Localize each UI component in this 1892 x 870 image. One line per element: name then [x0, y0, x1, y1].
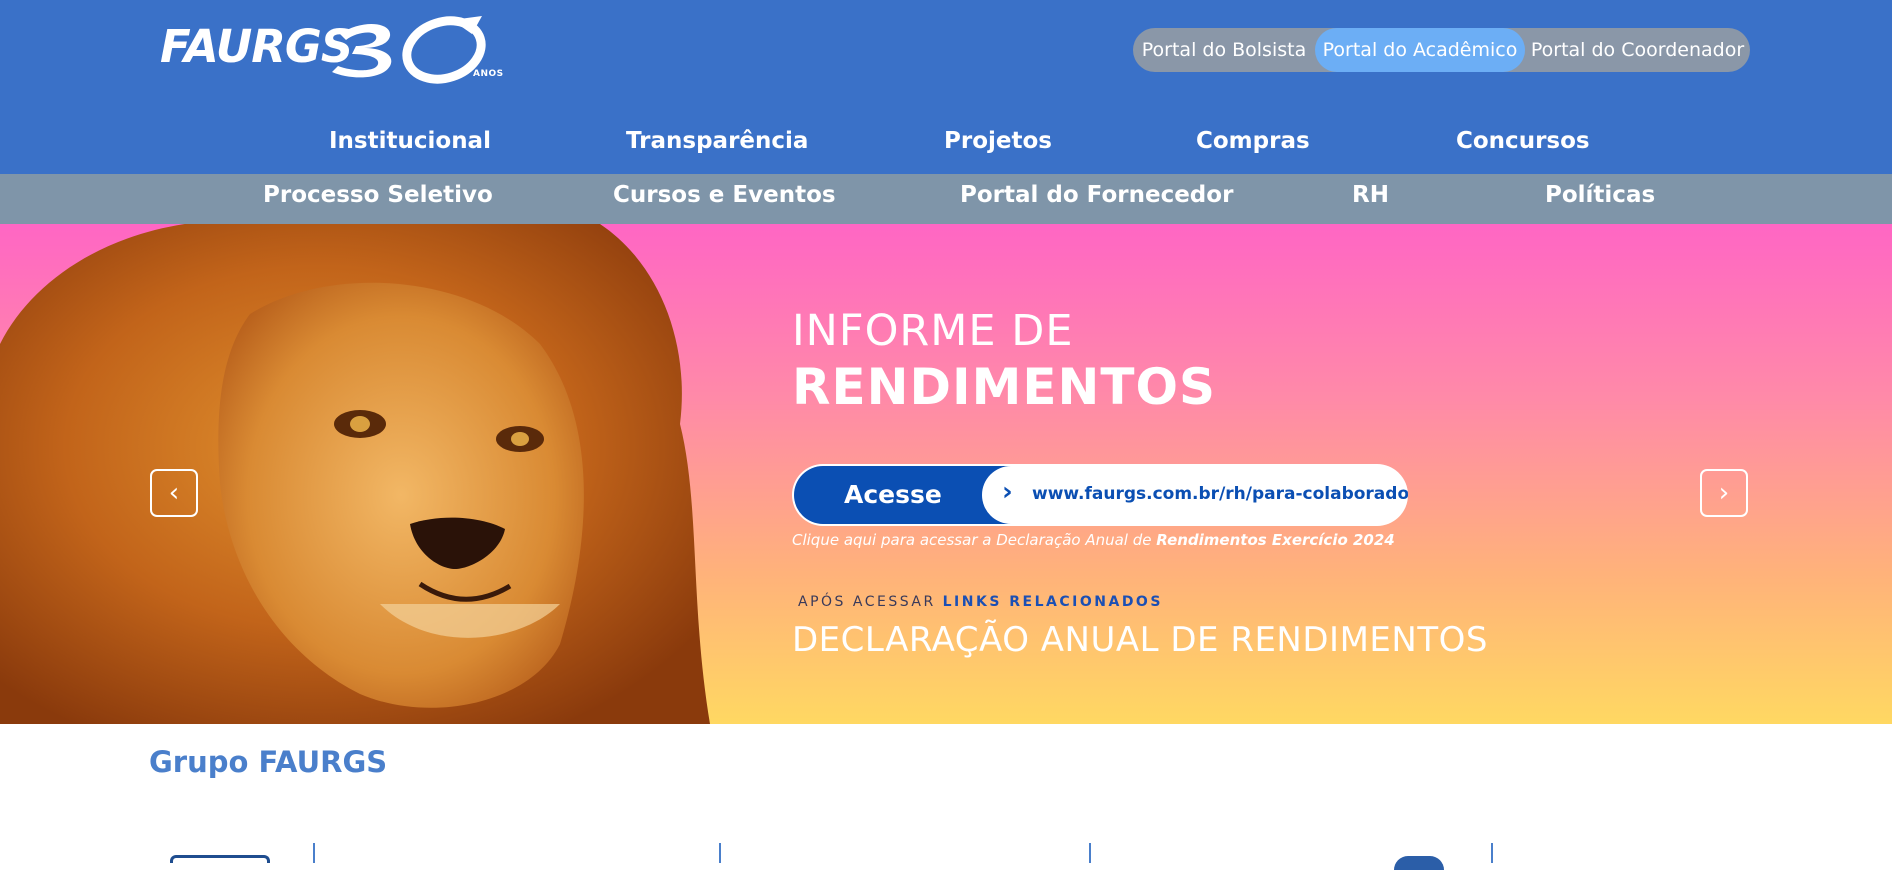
nav-compras[interactable]: Compras	[1196, 128, 1310, 154]
chevron-right-icon: ›	[1002, 477, 1013, 507]
column-divider	[313, 843, 315, 863]
banner-title-line2: RENDIMENTOS	[792, 358, 1216, 416]
banner-small-caption: APÓS ACESSAR LINKS RELACIONADOS	[798, 594, 1163, 610]
primary-nav: Institucional Transparência Projetos Com…	[0, 128, 1892, 160]
portal-academico-button[interactable]: Portal do Acadêmico	[1315, 28, 1525, 72]
nav-institucional[interactable]: Institucional	[329, 128, 491, 154]
hero-banner[interactable]: ‹ › INFORME DE RENDIMENTOS Acesse › www.…	[0, 224, 1892, 724]
nav-concursos[interactable]: Concursos	[1456, 128, 1590, 154]
banner-declaracao-title: DECLARAÇÃO ANUAL DE RENDIMENTOS	[792, 620, 1488, 660]
banner-small-prefix: APÓS ACESSAR	[798, 594, 943, 610]
card-globe-icon	[1394, 856, 1444, 870]
card-document-icon	[170, 855, 270, 863]
nav-processo-seletivo[interactable]: Processo Seletivo	[263, 182, 493, 208]
portal-coordenador-button[interactable]: Portal do Coordenador	[1525, 28, 1750, 72]
secondary-nav: Processo Seletivo Cursos e Eventos Porta…	[0, 174, 1892, 224]
access-url: www.faurgs.com.br/rh/para-colaboradores/	[1032, 484, 1408, 504]
portal-bolsista-button[interactable]: Portal do Bolsista	[1133, 28, 1315, 72]
nav-transparencia[interactable]: Transparência	[626, 128, 808, 154]
logo-anos-text: ANOS	[473, 69, 504, 79]
banner-title-line1: INFORME DE	[792, 306, 1074, 356]
section-title: Grupo FAURGS	[149, 745, 388, 779]
logo-text: FAURGS	[160, 20, 353, 73]
banner-note[interactable]: Clique aqui para acessar a Declaração An…	[792, 531, 1395, 549]
portal-switcher: Portal do Bolsista Portal do Acadêmico P…	[1133, 28, 1750, 72]
column-divider	[1089, 843, 1091, 863]
faurgs-30-logo[interactable]: FAURGS ANOS	[160, 14, 505, 84]
access-url-box: › www.faurgs.com.br/rh/para-colaboradore…	[982, 466, 1408, 524]
carousel-next-button[interactable]: ›	[1700, 469, 1748, 517]
nav-rh[interactable]: RH	[1352, 182, 1389, 208]
carousel-prev-button[interactable]: ‹	[150, 469, 198, 517]
nav-cursos-eventos[interactable]: Cursos e Eventos	[613, 182, 836, 208]
banner-note-bold: Rendimentos Exercício 2024	[1156, 531, 1395, 549]
nav-projetos[interactable]: Projetos	[944, 128, 1052, 154]
header-bar: FAURGS ANOS Portal do Bolsista Portal do…	[0, 0, 1892, 174]
column-divider	[719, 843, 721, 863]
access-link-button[interactable]: Acesse › www.faurgs.com.br/rh/para-colab…	[792, 464, 1408, 526]
nav-portal-fornecedor[interactable]: Portal do Fornecedor	[960, 182, 1233, 208]
lion-image	[0, 224, 710, 724]
access-label: Acesse	[844, 480, 942, 509]
nav-politicas[interactable]: Políticas	[1545, 182, 1655, 208]
banner-small-bold: LINKS RELACIONADOS	[942, 594, 1163, 610]
column-divider	[1491, 843, 1493, 863]
banner-note-text: Clique aqui para acessar a Declaração An…	[792, 531, 1157, 549]
